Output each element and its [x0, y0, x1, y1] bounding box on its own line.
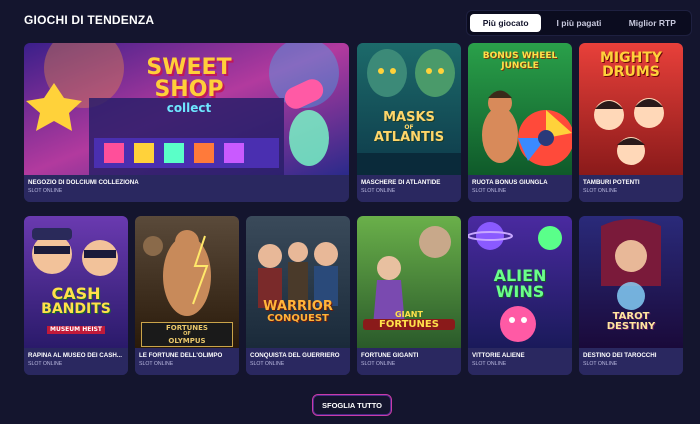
- game-card-bonus-wheel-jungle[interactable]: BONUS WHEEL JUNGLE RUOTA BONUS GIUNGLA S…: [468, 43, 572, 202]
- game-card-mighty-drums[interactable]: MIGHTY DRUMS TAMBURI POTENTI SLOT ONLINE: [579, 43, 683, 202]
- game-card-masks-of-atlantis[interactable]: MASKS OF ATLANTIS MASCHERE DI ATLANTIDE …: [357, 43, 461, 202]
- tab-most-played[interactable]: Più giocato: [470, 14, 542, 32]
- game-name: RAPINA AL MUSEO DEI CASH...: [28, 352, 122, 359]
- game-category: SLOT ONLINE: [583, 361, 618, 367]
- game-logo: BONUS WHEEL JUNGLE: [482, 51, 558, 71]
- browse-all-button[interactable]: SFOGLIA TUTTO: [312, 394, 392, 416]
- game-category: SLOT ONLINE: [583, 188, 618, 194]
- game-logo: WARRIOR CONQUEST: [263, 299, 333, 324]
- game-logo: CASH BANDITS MUSEUM HEIST: [41, 284, 111, 334]
- game-logo: SWEET SHOP collect: [146, 55, 232, 116]
- game-logo: ALIEN WINS: [493, 266, 547, 301]
- tab-top-paying[interactable]: I più pagati: [543, 14, 614, 32]
- game-name: MASCHERE DI ATLANTIDE: [361, 179, 441, 186]
- game-name: FORTUNE GIGANTI: [361, 352, 419, 359]
- game-thumbnail: CASH BANDITS MUSEUM HEIST: [24, 216, 128, 348]
- game-logo: GIANT FORTUNES: [363, 310, 455, 330]
- game-info: FORTUNE GIGANTI SLOT ONLINE: [357, 348, 461, 375]
- game-info: MASCHERE DI ATLANTIDE SLOT ONLINE: [357, 175, 461, 202]
- game-name: RUOTA BONUS GIUNGLA: [472, 179, 548, 186]
- game-name: LE FORTUNE DELL'OLIMPO: [139, 352, 223, 359]
- game-info: CONQUISTA DEL GUERRIERO SLOT ONLINE: [246, 348, 350, 375]
- game-card-alien-wins[interactable]: ALIEN WINS VITTORIE ALIENE SLOT ONLINE: [468, 216, 572, 375]
- game-card-warrior-conquest[interactable]: WARRIOR CONQUEST CONQUISTA DEL GUERRIERO…: [246, 216, 350, 375]
- game-logo: TAROT DESTINY: [606, 311, 656, 332]
- game-thumbnail: SWEET SHOP collect: [24, 43, 349, 175]
- game-thumbnail: GIANT FORTUNES: [357, 216, 461, 348]
- game-category: SLOT ONLINE: [28, 188, 63, 194]
- game-thumbnail: MASKS OF ATLANTIS: [357, 43, 461, 175]
- tab-best-rtp[interactable]: Miglior RTP: [617, 14, 688, 32]
- game-thumbnail: WARRIOR CONQUEST: [246, 216, 350, 348]
- game-name: DESTINO DEI TAROCCHI: [583, 352, 657, 359]
- game-info: NEGOZIO DI DOLCIUMI COLLEZIONA SLOT ONLI…: [24, 175, 349, 202]
- section-header: GIOCHI DI TENDENZA Più giocato I più pag…: [24, 10, 692, 36]
- game-name: TAMBURI POTENTI: [583, 179, 640, 186]
- game-category: SLOT ONLINE: [28, 361, 63, 367]
- game-thumbnail: TAROT DESTINY: [579, 216, 683, 348]
- game-card-cash-bandits[interactable]: CASH BANDITS MUSEUM HEIST RAPINA AL MUSE…: [24, 216, 128, 375]
- game-category: SLOT ONLINE: [139, 361, 174, 367]
- game-thumbnail: MIGHTY DRUMS: [579, 43, 683, 175]
- game-logo: MIGHTY DRUMS: [599, 50, 663, 80]
- game-category: SLOT ONLINE: [250, 361, 285, 367]
- section-title: GIOCHI DI TENDENZA: [24, 13, 155, 27]
- game-name: CONQUISTA DEL GUERRIERO: [250, 352, 340, 359]
- game-card-sweet-shop[interactable]: SWEET SHOP collect NEGOZIO DI DOLCIUMI C…: [24, 43, 349, 202]
- game-category: SLOT ONLINE: [361, 188, 396, 194]
- sort-tabs: Più giocato I più pagati Miglior RTP: [466, 10, 692, 36]
- game-info: RAPINA AL MUSEO DEI CASH... SLOT ONLINE: [24, 348, 128, 375]
- game-category: SLOT ONLINE: [361, 361, 396, 367]
- game-info: DESTINO DEI TAROCCHI SLOT ONLINE: [579, 348, 683, 375]
- game-category: SLOT ONLINE: [472, 361, 507, 367]
- game-card-fortunes-of-olympus[interactable]: FORTUNES OF OLYMPUS LE FORTUNE DELL'OLIM…: [135, 216, 239, 375]
- game-info: LE FORTUNE DELL'OLIMPO SLOT ONLINE: [135, 348, 239, 375]
- game-logo: MASKS OF ATLANTIS: [373, 110, 445, 145]
- game-thumbnail: ALIEN WINS: [468, 216, 572, 348]
- game-thumbnail: FORTUNES OF OLYMPUS: [135, 216, 239, 348]
- game-logo: FORTUNES OF OLYMPUS: [141, 322, 233, 347]
- game-thumbnail: BONUS WHEEL JUNGLE: [468, 43, 572, 175]
- game-name: VITTORIE ALIENE: [472, 352, 525, 359]
- game-info: VITTORIE ALIENE SLOT ONLINE: [468, 348, 572, 375]
- game-info: RUOTA BONUS GIUNGLA SLOT ONLINE: [468, 175, 572, 202]
- game-card-giant-fortunes[interactable]: GIANT FORTUNES FORTUNE GIGANTI SLOT ONLI…: [357, 216, 461, 375]
- game-name: NEGOZIO DI DOLCIUMI COLLEZIONA: [28, 179, 139, 186]
- game-category: SLOT ONLINE: [472, 188, 507, 194]
- game-info: TAMBURI POTENTI SLOT ONLINE: [579, 175, 683, 202]
- game-card-tarot-destiny[interactable]: TAROT DESTINY DESTINO DEI TAROCCHI SLOT …: [579, 216, 683, 375]
